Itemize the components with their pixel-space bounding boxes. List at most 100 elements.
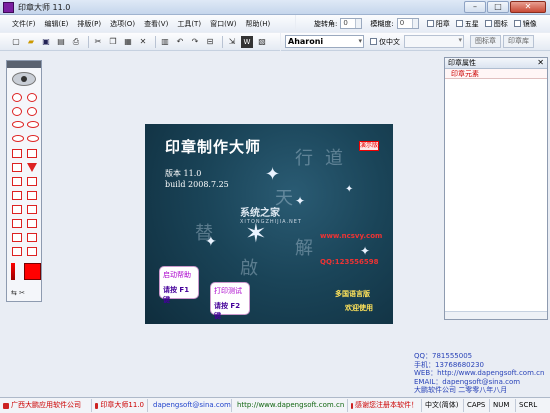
circle-seal-icon[interactable] <box>27 93 37 102</box>
oval-seal-icon[interactable] <box>12 135 24 142</box>
calligraphy-char: 行 <box>295 148 313 169</box>
palette-header[interactable] <box>7 61 41 68</box>
blur-stepper[interactable]: 0 <box>396 18 419 29</box>
color-gradient-swatch[interactable] <box>11 263 15 280</box>
export-icon[interactable]: ⇲ <box>226 36 238 48</box>
icon-checkbox[interactable]: 图标 <box>484 19 508 29</box>
promo-line-1: 多国语言版 <box>335 290 370 298</box>
contact-info: QQ：781555005 手机：13768680230 WEB：http://w… <box>414 352 544 395</box>
status-num: NUM <box>490 399 516 412</box>
square-seal-icon[interactable] <box>27 219 37 228</box>
circle-seal-icon[interactable] <box>12 93 22 102</box>
delete-icon[interactable]: ✕ <box>137 36 149 48</box>
menu-options[interactable]: 选项(O) <box>110 19 135 29</box>
mirror-checkbox[interactable]: 镜像 <box>513 19 537 29</box>
seal-properties-panel: 印章属性 ✕ 印章元素 <box>444 57 548 320</box>
triangle-seal-icon[interactable] <box>27 163 37 172</box>
splash-title: 印章制作大师 <box>165 138 262 156</box>
square-seal-icon[interactable] <box>12 191 22 200</box>
title-bar: 印章大师 11.0 – □ ✕ <box>0 0 550 15</box>
circle-seal-icon[interactable] <box>27 107 37 116</box>
star-checkbox[interactable]: 五星 <box>455 19 479 29</box>
status-register[interactable]: 感谢您注册本软件！ <box>348 399 422 412</box>
square-seal-icon[interactable] <box>12 205 22 214</box>
square-seal-icon[interactable] <box>12 149 22 158</box>
watermark-logo: 系统之家 <box>240 208 280 219</box>
horizontal-scrollbar[interactable] <box>445 311 547 319</box>
oval-seal-icon[interactable] <box>12 121 24 128</box>
seal-library-button[interactable]: 印章库 <box>503 35 534 48</box>
square-seal-icon[interactable] <box>27 205 37 214</box>
undo-icon[interactable]: ↶ <box>174 36 186 48</box>
demo-badge: 演示版 <box>359 141 379 151</box>
square-seal-icon[interactable] <box>12 163 22 172</box>
status-caps: CAPS <box>464 399 490 412</box>
panel-header: 印章属性 ✕ <box>445 58 547 69</box>
menu-view[interactable]: 查看(V) <box>144 19 168 29</box>
menu-window[interactable]: 窗口(W) <box>210 19 236 29</box>
paste-icon[interactable]: ▦ <box>122 36 134 48</box>
checkbox-box <box>426 20 434 27</box>
contact-web: WEB：http://www.dapengsoft.com.cn <box>414 369 545 377</box>
window-title: 印章大师 11.0 <box>18 3 71 12</box>
open-folder-icon[interactable]: ▰ <box>25 36 37 48</box>
checkbox-box <box>455 20 463 27</box>
redo-icon[interactable]: ↷ <box>189 36 201 48</box>
chinese-only-checkbox[interactable]: 仅中文 <box>370 37 400 47</box>
oval-seal-icon[interactable] <box>27 135 39 142</box>
style-dropdown[interactable] <box>404 35 464 48</box>
help-button[interactable]: 启动帮助 请按 F1 键 <box>159 266 199 304</box>
graphics-seal-button[interactable]: 图标章 <box>470 35 501 48</box>
calligraphy-char: 解 <box>295 238 313 259</box>
panel-title: 印章属性 <box>448 59 476 67</box>
print-test-button[interactable]: 打印测试 请按 F2 键 <box>210 282 250 320</box>
square-seal-icon[interactable] <box>12 177 22 186</box>
eye-icon[interactable] <box>12 72 36 86</box>
toolbar-divider <box>155 35 156 48</box>
checkbox-label: 镜像 <box>522 19 537 28</box>
square-seal-icon[interactable] <box>12 247 22 256</box>
rotation-stepper[interactable]: 0 <box>340 18 363 29</box>
word-icon[interactable]: W <box>241 35 253 48</box>
blur-label: 模糊度: <box>370 19 394 28</box>
square-seal-icon[interactable] <box>12 219 22 228</box>
cut-icon[interactable]: ✂ <box>92 36 104 48</box>
calligraphy-char: 道 <box>325 148 343 169</box>
square-seal-icon[interactable] <box>27 191 37 200</box>
tab-seal-elements[interactable]: 印章元素 <box>445 69 547 79</box>
yang-seal-checkbox[interactable]: 阳章 <box>426 19 450 29</box>
square-seal-icon[interactable] <box>27 177 37 186</box>
print-preview-icon[interactable]: ▤ <box>55 36 67 48</box>
qq-text: QQ:123556598 <box>320 258 379 266</box>
palette-tools-icon[interactable]: ⇆ ✂ <box>11 289 37 297</box>
menu-layout[interactable]: 排版(P) <box>77 19 101 29</box>
square-seal-icon[interactable] <box>12 233 22 242</box>
status-website[interactable]: http://www.dapengsoft.com.cn <box>232 399 348 412</box>
square-seal-icon[interactable] <box>27 149 37 158</box>
maximize-button[interactable]: □ <box>487 1 509 13</box>
circle-seal-icon[interactable] <box>12 107 22 116</box>
minimize-button[interactable]: – <box>464 1 486 13</box>
menu-edit[interactable]: 编辑(E) <box>45 19 69 29</box>
font-select[interactable]: Aharoni <box>285 35 364 48</box>
save-icon[interactable]: ▣ <box>40 36 52 48</box>
red-color-swatch[interactable] <box>24 263 41 280</box>
promo-line-2: 欢迎使用 <box>345 304 373 312</box>
grid-icon[interactable]: ▥ <box>159 36 171 48</box>
print-icon[interactable]: ⎙ <box>70 36 82 48</box>
new-file-icon[interactable]: ▢ <box>10 36 22 48</box>
oval-seal-icon[interactable] <box>27 121 39 128</box>
checkbox-label: 图标 <box>493 19 508 28</box>
menu-tools[interactable]: 工具(T) <box>177 19 201 29</box>
square-seal-icon[interactable] <box>27 233 37 242</box>
zoom-icon[interactable]: ⊟ <box>204 36 216 48</box>
splash-screen[interactable]: ✦ ✦ ✶ ✦ ✦ ✦ 行 道 替 天 解 啟 印章制作大师 演示版 版本 11… <box>145 124 393 324</box>
status-email[interactable]: dapengsoft@sina.com <box>148 399 232 412</box>
menu-help[interactable]: 帮助(H) <box>245 19 270 29</box>
menu-file[interactable]: 文件(F) <box>12 19 36 29</box>
close-button[interactable]: ✕ <box>510 1 546 13</box>
copy-icon[interactable]: ❐ <box>107 36 119 48</box>
image-icon[interactable]: ▧ <box>256 36 268 48</box>
close-icon[interactable]: ✕ <box>537 58 544 68</box>
square-seal-icon[interactable] <box>27 247 37 256</box>
